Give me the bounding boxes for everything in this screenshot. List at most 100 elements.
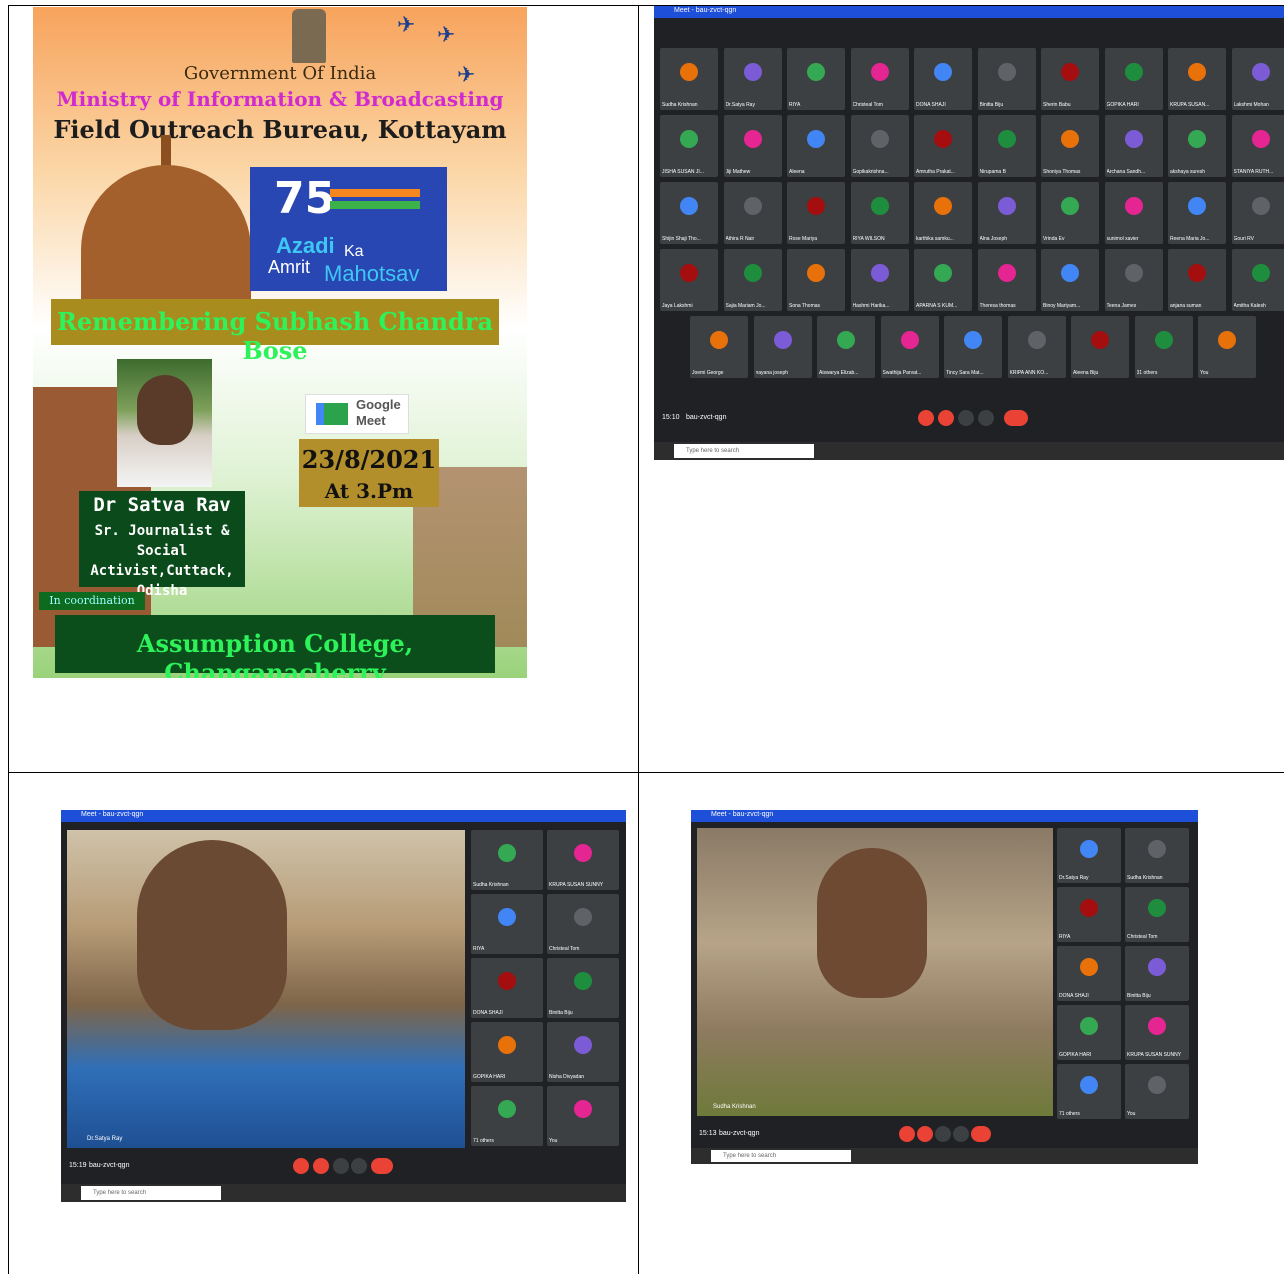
participant-tile[interactable]: Christeal Tom <box>547 894 619 954</box>
participant-tile[interactable]: Amitha Kalesh <box>1231 249 1284 311</box>
participant-tile[interactable]: Aiswarya Elizab... <box>817 316 875 378</box>
participant-tile[interactable]: Shijin Shaji Tho... <box>660 182 718 244</box>
participant-tile[interactable]: Shoniya Thomas <box>1041 115 1099 177</box>
participant-tile[interactable]: Binitta Biju <box>1125 946 1189 1001</box>
participant-avatar <box>1188 263 1206 282</box>
participant-tile[interactable]: akshaya suresh <box>1168 115 1226 177</box>
mic-off-button[interactable] <box>293 1158 309 1174</box>
google-meet-logo: Google Meet <box>305 394 409 434</box>
mic-off-button[interactable] <box>899 1126 915 1142</box>
participant-tile[interactable]: Aleena Biju <box>1071 316 1129 378</box>
present-button[interactable] <box>958 410 974 426</box>
participant-tile[interactable]: Sajia Mariam Jo... <box>723 249 782 311</box>
taskbar-search[interactable]: Type here to search <box>81 1186 221 1200</box>
participant-tile[interactable]: anjana suman <box>1168 249 1226 311</box>
participant-tile[interactable]: Rose Mariya <box>787 182 845 244</box>
meet-code: bau-zvct-qgn <box>686 414 727 421</box>
participant-tile[interactable]: Theresa thomas <box>977 249 1036 311</box>
participant-avatar <box>870 129 889 148</box>
participant-tile[interactable]: Vrinda Ev <box>1041 182 1099 244</box>
participant-tile[interactable]: Nirupama B <box>977 115 1036 177</box>
participant-avatar <box>1148 1016 1166 1035</box>
participant-tile[interactable]: Christeal Tom <box>850 48 909 110</box>
participant-tile[interactable]: Jaya Lakshmi <box>660 249 718 311</box>
more-options-button[interactable] <box>978 410 994 426</box>
participant-tile[interactable]: DONA SHAJI <box>1057 946 1121 1001</box>
participant-tile[interactable]: Amrutha Prakat... <box>914 115 972 177</box>
participant-tile[interactable]: JISHA SUSAN JI... <box>660 115 718 177</box>
more-options-button[interactable] <box>953 1126 969 1142</box>
participant-tile[interactable]: KRUPA SUSAN SUNNY <box>547 830 619 890</box>
participant-avatar <box>997 196 1016 215</box>
participant-tile[interactable]: Nisha Divyadan <box>547 1022 619 1082</box>
participant-tile[interactable]: Swathija Parvat... <box>880 316 939 378</box>
participant-tile[interactable]: Tincy Sara Mat... <box>944 316 1002 378</box>
participant-tile[interactable]: Joemi George <box>690 316 748 378</box>
participant-tile[interactable]: 71 others <box>471 1086 543 1146</box>
participant-tile[interactable]: GOPIKA HARI <box>1057 1005 1121 1060</box>
present-button[interactable] <box>333 1158 349 1174</box>
participant-name: Alna Joseph <box>979 236 1008 242</box>
participant-avatar <box>498 971 516 990</box>
participant-tile[interactable]: Sudha Krishnan <box>1125 828 1189 883</box>
more-options-button[interactable] <box>351 1158 367 1174</box>
participant-tile[interactable]: KRIPA ANN KO... <box>1007 316 1066 378</box>
participant-tile[interactable]: Sudha Krishnan <box>660 48 718 110</box>
taskbar-search[interactable]: Type here to search <box>674 444 814 458</box>
participant-tile[interactable]: You <box>1125 1064 1189 1119</box>
participant-tile[interactable]: DONA SHAJI <box>471 958 543 1018</box>
participant-tile[interactable]: You <box>547 1086 619 1146</box>
participant-tile[interactable]: Hashmi Harika... <box>850 249 909 311</box>
participant-tile[interactable]: 71 others <box>1057 1064 1121 1119</box>
participant-tile[interactable]: GOPIKA HARI <box>471 1022 543 1082</box>
participant-name: Binoy Mariyam... <box>1043 303 1081 309</box>
participant-tile[interactable]: Lakshmi Mohan <box>1231 48 1284 110</box>
taskbar-search[interactable]: Type here to search <box>711 1150 851 1162</box>
participant-tile[interactable]: GOPIKA HARI <box>1104 48 1163 110</box>
participant-tile[interactable]: Archana Sandh... <box>1104 115 1163 177</box>
participant-tile[interactable]: RIYA <box>1057 887 1121 942</box>
participant-tile[interactable]: KRUPA SUSAN SUNNY <box>1125 1005 1189 1060</box>
participant-tile[interactable]: Aleena <box>787 115 845 177</box>
participant-tile[interactable]: DONA SHAJI <box>914 48 972 110</box>
participant-tile[interactable]: RIYA <box>787 48 845 110</box>
participant-tile[interactable]: Dr.Satya Ray <box>723 48 782 110</box>
participant-tile[interactable]: Christeal Tom <box>1125 887 1189 942</box>
participant-tile[interactable]: nayana joseph <box>753 316 812 378</box>
camera-off-button[interactable] <box>313 1158 329 1174</box>
present-button[interactable] <box>935 1126 951 1142</box>
leave-call-button[interactable] <box>371 1158 393 1174</box>
participant-tile[interactable]: Teena James <box>1104 249 1163 311</box>
participant-tile[interactable]: karthika samku... <box>914 182 972 244</box>
participant-tile[interactable]: Athira R Nair <box>723 182 782 244</box>
participant-tile[interactable]: Jiji Mathew <box>723 115 782 177</box>
participant-tile[interactable]: Binitta Biju <box>977 48 1036 110</box>
participant-tile[interactable]: Gopikakrishna... <box>850 115 909 177</box>
participant-tile[interactable]: APARNA S KUM... <box>914 249 972 311</box>
participant-tile[interactable]: Dr.Satya Ray <box>1057 828 1121 883</box>
participant-avatar <box>837 330 855 349</box>
leave-call-button[interactable] <box>971 1126 991 1142</box>
participant-tile[interactable]: RIYA <box>471 894 543 954</box>
participant-name: sunimol xavier <box>1106 236 1139 242</box>
mic-off-button[interactable] <box>918 410 934 426</box>
participant-tile[interactable]: You <box>1198 316 1256 378</box>
participant-tile[interactable]: Sudha Krishnan <box>471 830 543 890</box>
participant-tile[interactable]: Reena Maria Jo... <box>1168 182 1226 244</box>
participant-tile[interactable]: Sherin Babu <box>1041 48 1099 110</box>
participant-tile[interactable]: Sona Thomas <box>787 249 845 311</box>
participant-tile[interactable]: Binitta Biju <box>547 958 619 1018</box>
participant-tile[interactable]: Alna Joseph <box>977 182 1036 244</box>
leave-call-button[interactable] <box>1004 410 1028 426</box>
camera-off-button[interactable] <box>917 1126 933 1142</box>
participant-tile[interactable]: Gouri RV <box>1231 182 1284 244</box>
participant-avatar <box>1080 1016 1098 1035</box>
participant-tile[interactable]: KRUPA SUSAN... <box>1168 48 1226 110</box>
participant-tile[interactable]: STANIYA RUTH... <box>1231 115 1284 177</box>
camera-off-button[interactable] <box>938 410 954 426</box>
participant-tile[interactable]: sunimol xavier <box>1104 182 1163 244</box>
participant-tile[interactable]: 31 others <box>1134 316 1193 378</box>
participant-tile[interactable]: Binoy Mariyam... <box>1041 249 1099 311</box>
participant-tile[interactable]: RIYA WILSON <box>850 182 909 244</box>
participant-name: Reena Maria Jo... <box>1170 236 1210 242</box>
